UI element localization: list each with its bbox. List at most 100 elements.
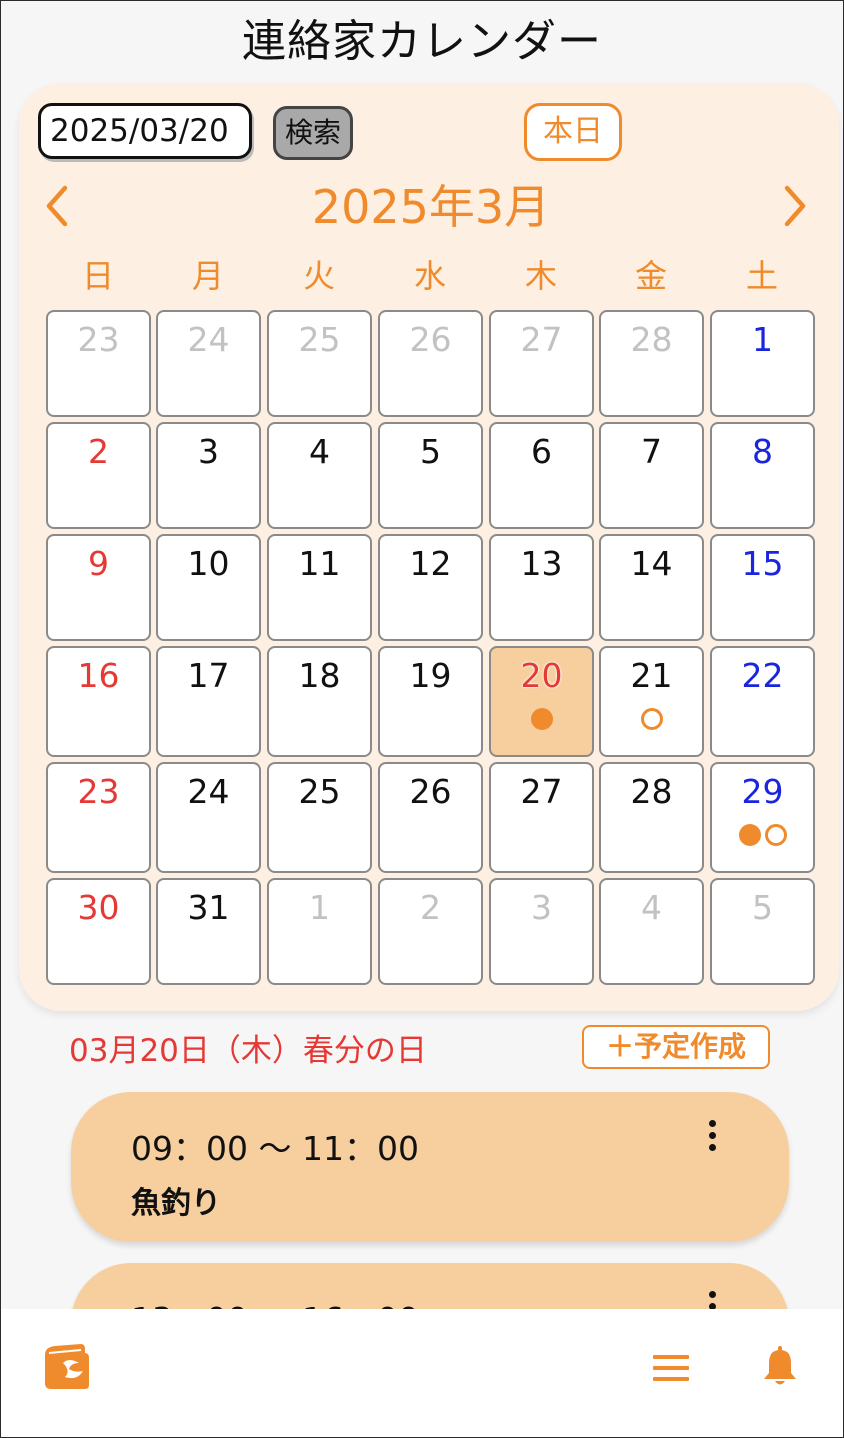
calendar-day-cell[interactable]: 4: [267, 422, 372, 529]
calendar-day-number: 24: [187, 772, 230, 811]
calendar-day-number: 20: [520, 656, 563, 695]
calendar-day-cell[interactable]: 12: [378, 534, 483, 641]
calendar-day-cell[interactable]: 1: [267, 878, 372, 985]
calendar-day-cell[interactable]: 25: [267, 762, 372, 873]
search-button[interactable]: 検索: [273, 106, 353, 160]
calendar-day-cell[interactable]: 23: [46, 310, 151, 417]
calendar-day-number: 8: [752, 432, 773, 471]
calendar-day-number: 19: [409, 656, 452, 695]
chevron-right-icon: [784, 185, 806, 227]
calendar-day-cell[interactable]: 30: [46, 878, 151, 985]
calendar-day-number: 13: [520, 544, 563, 583]
calendar-day-number: 5: [752, 888, 773, 927]
weekday-header: 日 月 火 水 木 金 土: [46, 251, 816, 301]
create-event-button[interactable]: ＋予定作成: [582, 1025, 770, 1069]
calendar-day-number: 12: [409, 544, 452, 583]
chevron-left-icon: [46, 185, 68, 227]
calendar-day-number: 26: [409, 772, 452, 811]
calendar-day-cell[interactable]: 3: [156, 422, 261, 529]
calendar-day-number: 23: [77, 320, 120, 359]
calendar-day-cell[interactable]: 21: [599, 646, 704, 757]
weekday-mon: 月: [191, 257, 224, 295]
calendar-day-number: 28: [630, 772, 673, 811]
calendar-day-cell[interactable]: 10: [156, 534, 261, 641]
calendar-day-cell[interactable]: 8: [710, 422, 815, 529]
calendar-day-number: 2: [420, 888, 441, 927]
calendar-day-cell[interactable]: 5: [710, 878, 815, 985]
calendar-day-cell[interactable]: 26: [378, 310, 483, 417]
next-month-button[interactable]: [775, 179, 815, 233]
date-search-input[interactable]: 2025/03/20: [38, 103, 252, 159]
calendar-day-number: 30: [77, 888, 120, 927]
calendar-day-cell[interactable]: 2: [378, 878, 483, 985]
bell-icon[interactable]: [761, 1345, 799, 1389]
calendar-day-number: 25: [298, 772, 341, 811]
calendar-day-cell[interactable]: 2: [46, 422, 151, 529]
calendar-day-number: 21: [630, 656, 673, 695]
calendar-day-cell[interactable]: 6: [489, 422, 594, 529]
calendar-day-cell[interactable]: 24: [156, 762, 261, 873]
calendar-day-cell[interactable]: 28: [599, 762, 704, 873]
calendar-day-number: 7: [641, 432, 662, 471]
weekday-sat: 土: [745, 257, 778, 295]
calendar-day-cell[interactable]: 27: [489, 762, 594, 873]
calendar-day-number: 4: [641, 888, 662, 927]
weekday-tue: 火: [302, 257, 335, 295]
calendar-day-cell[interactable]: 18: [267, 646, 372, 757]
app-title: 連絡家カレンダー: [242, 16, 602, 67]
calendar-day-cell[interactable]: 4: [599, 878, 704, 985]
hamburger-menu-icon[interactable]: [651, 1351, 691, 1385]
calendar-day-number: 2: [88, 432, 109, 471]
calendar-day-number: 1: [309, 888, 330, 927]
calendar-day-cell[interactable]: 14: [599, 534, 704, 641]
event-marks: [491, 708, 592, 730]
calendar-day-cell[interactable]: 19: [378, 646, 483, 757]
calendar-day-cell[interactable]: 23: [46, 762, 151, 873]
calendar-day-cell[interactable]: 16: [46, 646, 151, 757]
calendar-day-number: 27: [520, 772, 563, 811]
today-button[interactable]: 本日: [524, 103, 622, 161]
event-card[interactable]: 09：00 〜 11：00 魚釣り: [71, 1092, 789, 1242]
calendar-day-cell[interactable]: 25: [267, 310, 372, 417]
calendar-day-cell[interactable]: 24: [156, 310, 261, 417]
selected-date-label: 03月20日（木）春分の日: [69, 1033, 427, 1069]
calendar-day-cell[interactable]: 5: [378, 422, 483, 529]
calendar-day-number: 4: [309, 432, 330, 471]
event-marks: [601, 708, 702, 730]
calendar-day-number: 22: [741, 656, 784, 695]
calendar-day-cell[interactable]: 31: [156, 878, 261, 985]
calendar-day-number: 11: [298, 544, 341, 583]
calendar-day-number: 14: [630, 544, 673, 583]
calendar-day-cell[interactable]: 17: [156, 646, 261, 757]
event-open-circle-icon: [764, 824, 787, 846]
weekday-sun: 日: [81, 257, 114, 295]
calendar-day-number: 25: [298, 320, 341, 359]
calendar-day-number: 28: [630, 320, 673, 359]
calendar-day-number: 27: [520, 320, 563, 359]
calendar-day-cell[interactable]: 28: [599, 310, 704, 417]
event-marks: [712, 824, 813, 846]
calendar-day-number: 9: [88, 544, 109, 583]
calendar-day-cell[interactable]: 29: [710, 762, 815, 873]
calendar-day-number: 17: [187, 656, 230, 695]
weekday-wed: 水: [413, 257, 446, 295]
event-title: 魚釣り: [131, 1186, 221, 1221]
calendar-day-cell[interactable]: 11: [267, 534, 372, 641]
calendar-day-cell[interactable]: 26: [378, 762, 483, 873]
calendar-day-cell[interactable]: 9: [46, 534, 151, 641]
calendar-day-number: 3: [531, 888, 552, 927]
app-logo-icon[interactable]: [41, 1341, 93, 1393]
calendar-day-cell[interactable]: 13: [489, 534, 594, 641]
calendar-day-cell[interactable]: 7: [599, 422, 704, 529]
calendar-day-cell[interactable]: 3: [489, 878, 594, 985]
weekday-fri: 金: [634, 257, 667, 295]
calendar-day-cell[interactable]: 1: [710, 310, 815, 417]
more-options-icon[interactable]: [707, 1120, 717, 1154]
month-title: 2025年3月: [311, 180, 551, 234]
calendar-day-cell[interactable]: 15: [710, 534, 815, 641]
calendar-day-cell[interactable]: 22: [710, 646, 815, 757]
calendar-day-cell[interactable]: 27: [489, 310, 594, 417]
calendar-day-cell[interactable]: 20: [489, 646, 594, 757]
calendar-day-number: 29: [741, 772, 784, 811]
prev-month-button[interactable]: [37, 179, 77, 233]
